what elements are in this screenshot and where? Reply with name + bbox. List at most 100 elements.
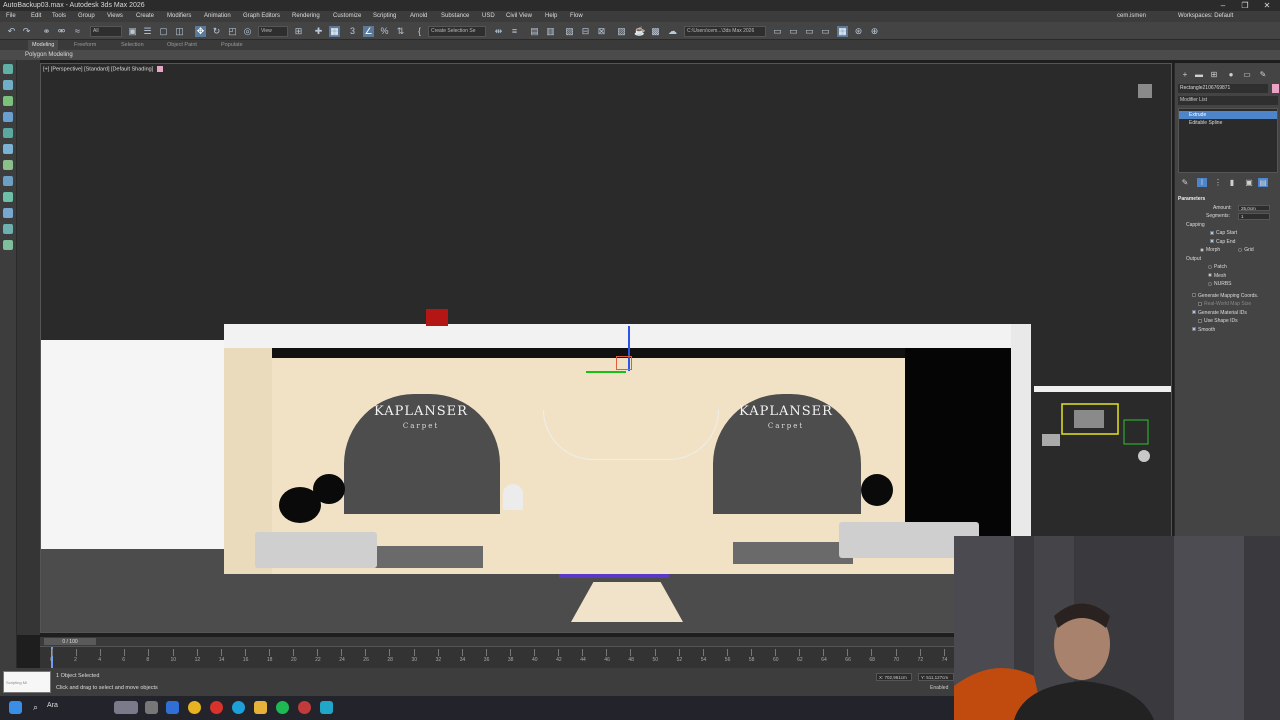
- sort-icon[interactable]: [3, 144, 13, 154]
- mesh-radio[interactable]: [1208, 273, 1212, 278]
- menu-usd[interactable]: USD: [482, 11, 495, 22]
- configure-icon[interactable]: ▤: [1258, 178, 1268, 187]
- red-box-object[interactable]: [426, 309, 448, 326]
- gizmo-x-axis[interactable]: [586, 371, 626, 373]
- motion-tab-icon[interactable]: ●: [1226, 70, 1236, 79]
- obs-icon[interactable]: [298, 701, 311, 714]
- gen-mapping-checkbox[interactable]: [1192, 293, 1196, 298]
- workspace-selector[interactable]: Workspaces: Default: [1178, 11, 1233, 22]
- patch-radio[interactable]: [1208, 264, 1212, 269]
- pivot-center-icon[interactable]: ⊞: [293, 26, 304, 37]
- search-icon[interactable]: ⌕: [33, 701, 43, 714]
- time-slider-thumb[interactable]: 0 / 100: [44, 638, 96, 645]
- viewport-label[interactable]: [+] [Perspective] [Standard] [Default Sh…: [43, 66, 164, 72]
- segments-spinner[interactable]: 1: [1238, 213, 1270, 220]
- menu-views[interactable]: Views: [107, 11, 123, 22]
- snaps-toggle-icon[interactable]: 3: [347, 26, 358, 37]
- select-by-name-icon[interactable]: ☰: [142, 26, 153, 37]
- y-coordinate-field[interactable]: Y: 511,127cm: [918, 673, 954, 681]
- pin-stack-icon[interactable]: ✎: [1180, 178, 1190, 187]
- scene-explorer-icon[interactable]: [3, 64, 13, 74]
- menu-flow[interactable]: Flow: [570, 11, 583, 22]
- align-icon[interactable]: ≡: [509, 26, 520, 37]
- time-slider[interactable]: 0 / 100: [40, 637, 955, 646]
- select-and-rotate-icon[interactable]: ↻: [211, 26, 222, 37]
- maxscript-listener[interactable]: Scripting Mi: [3, 671, 51, 693]
- amount-spinner[interactable]: 25,0cm: [1238, 204, 1270, 211]
- sync-icon[interactable]: ⊛: [853, 26, 864, 37]
- show-end-result-icon[interactable]: I: [1197, 178, 1207, 187]
- file-explorer-icon[interactable]: [254, 701, 267, 714]
- render-online-icon[interactable]: ☁: [667, 26, 678, 37]
- object-name-field[interactable]: Rectangle2106769871: [1178, 84, 1268, 93]
- render-setup-icon[interactable]: ▨: [616, 26, 627, 37]
- hierarchy-icon[interactable]: [3, 96, 13, 106]
- menu-animation[interactable]: Animation: [204, 11, 231, 22]
- hierarchy-tab-icon[interactable]: ⊞: [1209, 70, 1219, 79]
- named-selection-dropdown[interactable]: Create Selection Se: [428, 26, 486, 37]
- minimize-button[interactable]: –: [1212, 0, 1234, 11]
- close-button[interactable]: ✕: [1256, 0, 1278, 11]
- window-crossing-icon[interactable]: ◫: [174, 26, 185, 37]
- viewcube-icon[interactable]: [1138, 84, 1152, 98]
- real-world-checkbox[interactable]: [1198, 301, 1202, 306]
- display-icon[interactable]: [3, 80, 13, 90]
- select-manipulate-icon[interactable]: ✚: [313, 26, 324, 37]
- object-color-swatch[interactable]: [1272, 84, 1279, 93]
- menu-arnold[interactable]: Arnold: [410, 11, 427, 22]
- chrome-icon[interactable]: [188, 701, 201, 714]
- edit-named-selection-icon[interactable]: {: [414, 26, 425, 37]
- tab-selection[interactable]: Selection: [121, 40, 144, 50]
- morph-radio[interactable]: [1200, 247, 1204, 252]
- adaptive-degradation-status[interactable]: Enabled: [930, 685, 948, 691]
- redo-icon[interactable]: ↷: [21, 26, 32, 37]
- windows-start-icon[interactable]: [9, 701, 22, 714]
- edge-icon[interactable]: [232, 701, 245, 714]
- display-tab-icon[interactable]: ▭: [1242, 70, 1252, 79]
- utilities-tab-icon[interactable]: ✎: [1258, 70, 1268, 79]
- bind-space-warp-icon[interactable]: ≈: [72, 26, 83, 37]
- select-children-icon[interactable]: [3, 176, 13, 186]
- menu-tools[interactable]: Tools: [52, 11, 66, 22]
- layers-icon[interactable]: [3, 112, 13, 122]
- menu-graph-editors[interactable]: Graph Editors: [243, 11, 280, 22]
- viewport-layout-2-icon[interactable]: ▭: [804, 26, 815, 37]
- use-shape-ids-checkbox[interactable]: [1198, 318, 1202, 323]
- menu-edit[interactable]: Edit: [31, 11, 41, 22]
- project-folder-dropdown[interactable]: C:\Users\cem...\3ds Max 2026: [684, 26, 766, 37]
- taskbar-search[interactable]: Ara: [47, 702, 58, 709]
- find-icon[interactable]: [3, 160, 13, 170]
- polygon-modeling-label[interactable]: Polygon Modeling: [25, 52, 73, 58]
- spotify-icon[interactable]: [276, 701, 289, 714]
- undo-icon[interactable]: ↶: [6, 26, 17, 37]
- 3dsmax-icon[interactable]: [320, 701, 333, 714]
- menu-create[interactable]: Create: [136, 11, 154, 22]
- x-coordinate-field[interactable]: X: 702,961cm: [876, 673, 912, 681]
- angle-snap-icon[interactable]: ∠: [363, 26, 374, 37]
- stack-item-extrude[interactable]: Extrude: [1179, 111, 1277, 119]
- gen-material-checkbox[interactable]: [1192, 310, 1196, 315]
- tab-freeform[interactable]: Freeform: [74, 40, 96, 50]
- menu-group[interactable]: Group: [78, 11, 95, 22]
- menu-help[interactable]: Help: [545, 11, 557, 22]
- layer-explorer-icon[interactable]: ▤: [529, 26, 540, 37]
- viewport-layout-3-icon[interactable]: ▭: [820, 26, 831, 37]
- spinner-snap-icon[interactable]: ⇅: [395, 26, 406, 37]
- link-icon[interactable]: ⚭: [41, 26, 52, 37]
- make-unique-icon[interactable]: ⋮: [1213, 178, 1223, 187]
- explorer-app-icon[interactable]: [166, 701, 179, 714]
- toggle-scene-explorer-icon[interactable]: ▥: [545, 26, 556, 37]
- parameters-header[interactable]: Parameters: [1178, 195, 1278, 204]
- track-bar[interactable]: 0 2 4 6 8 10 12 14 16 18 20 22 24 26 28 30 32 34 36 38 40 42 4…: [40, 646, 955, 669]
- keyboard-shortcut-override-icon[interactable]: ▦: [329, 26, 340, 37]
- autodesk-app-icon[interactable]: ⊕: [869, 26, 880, 37]
- configure-sets-icon[interactable]: ▣: [1244, 178, 1254, 187]
- schematic-view-icon[interactable]: ⊟: [580, 26, 591, 37]
- render-production-icon[interactable]: ▩: [650, 26, 661, 37]
- gizmo-plane-handle[interactable]: [616, 356, 632, 370]
- nurbs-radio[interactable]: [1208, 281, 1212, 286]
- mirror-icon[interactable]: ⇹: [493, 26, 504, 37]
- user-account-menu[interactable]: cem.ismen: [1117, 11, 1146, 22]
- modify-tab-icon[interactable]: ▬: [1194, 70, 1204, 79]
- stack-item-editable-spline[interactable]: Editable Spline: [1179, 119, 1277, 127]
